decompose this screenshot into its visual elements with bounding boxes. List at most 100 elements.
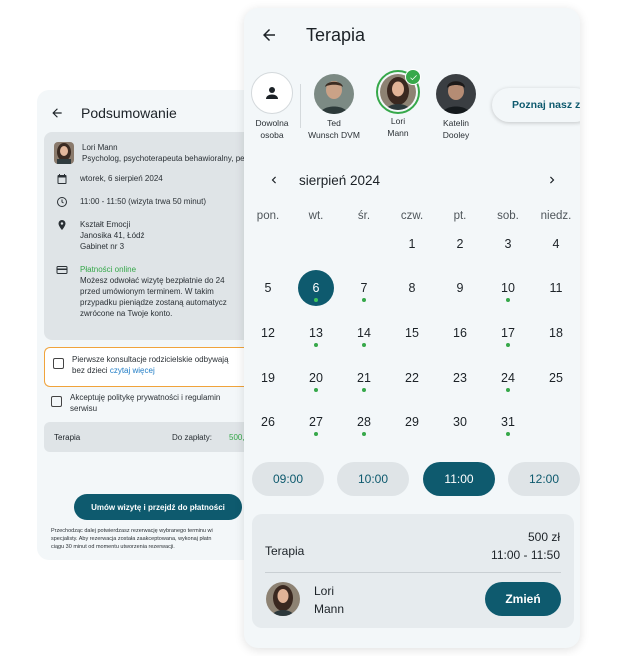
calendar-day[interactable]: 28 [346,404,382,440]
day-number: 23 [453,371,467,385]
total-bar: Terapia Do zapłaty: 500,0 [44,422,267,452]
availability-dot [362,388,366,392]
booking-time: 11:00 - 11:50 [491,548,560,562]
availability-dot [362,432,366,436]
time-slot[interactable]: 12:00 [508,462,580,496]
weekday-header: śr. [357,210,371,222]
calendar-day[interactable]: 27 [298,404,334,440]
consent-line-2: bez dzieci [72,366,108,375]
availability-dot [506,298,510,302]
calendar-day[interactable]: 16 [442,315,478,351]
day-number: 8 [408,281,416,295]
day-number: 13 [309,326,323,340]
calendar-day[interactable]: 14 [346,315,382,351]
day-number: 26 [261,415,275,429]
payment-line-1: Możesz odwołać wizytę bezpłatnie do 24 [80,276,225,285]
booking-divider [265,572,561,573]
calendar-day[interactable]: 10 [490,270,526,306]
weekday-header: pt. [453,210,467,222]
back-arrow-icon[interactable] [260,25,280,45]
ted-avatar [314,74,354,114]
calendar-day[interactable]: 2 [442,226,478,262]
day-number: 30 [453,415,467,429]
calendar-day[interactable]: 13 [298,315,334,351]
credit-card-icon [54,264,70,278]
availability-dot [506,343,510,347]
time-row: 11:00 - 11:50 (wizyta trwa 50 minut) [54,196,267,210]
weekday-header: pon. [256,210,280,222]
calendar-day[interactable]: 12 [250,315,286,351]
specialist-lori-line-1: Lori [390,116,406,126]
time-slot[interactable]: 09:00 [252,462,324,496]
change-button[interactable]: Zmień [485,582,561,616]
calendar-day[interactable]: 8 [394,270,430,306]
calendar-day[interactable]: 31 [490,404,526,440]
consent-checkbox[interactable] [53,358,64,369]
day-number: 5 [264,281,272,295]
specialist-ted[interactable]: Ted Wunsch DVM [302,74,366,141]
time-slot-selected[interactable]: 11:00 [423,462,495,496]
availability-dot [314,343,318,347]
read-more-link[interactable]: czytaj więcej [110,366,155,375]
app-root: Podsumowanie Lori Mann Psycholog, psycho… [0,0,622,656]
day-number: 7 [360,281,368,295]
disclaimer-line-2: specjalisty. Aby rezerwacja została zaak… [51,536,212,542]
chevron-left-icon[interactable] [264,173,284,187]
specialist-lori[interactable]: Lori Mann [366,69,430,139]
therapy-title: Terapia [306,24,366,45]
booking-service: Terapia [265,544,305,558]
time-slot[interactable]: 10:00 [337,462,409,496]
calendar-day[interactable]: 26 [250,404,286,440]
weekday-header: niedz. [540,210,572,222]
day-number: 10 [501,281,515,295]
calendar-day[interactable]: 15 [394,315,430,351]
place-row: Kształt Emocji Janosika 41, Łódź Gabinet… [54,219,267,252]
disclaimer: Przechodząc dalej potwierdzasz rezerwacj… [51,527,267,551]
privacy-checkbox[interactable] [51,396,62,407]
weekday-header: wt. [308,210,324,222]
day-number: 1 [408,237,416,251]
therapy-card: Terapia Dowolna osoba Ted Wunsch DVM Lor… [244,8,580,648]
back-arrow-icon[interactable] [47,103,67,123]
calendar-day[interactable]: 9 [442,270,478,306]
calendar-day[interactable]: 1 [394,226,430,262]
day-number: 22 [405,371,419,385]
privacy-consent: Akceptuję politykę prywatności i regulam… [51,392,220,414]
specialist-katelin[interactable]: Katelin Dooley [424,74,488,141]
calendar-day[interactable]: 18 [538,315,574,351]
calendar-day[interactable]: 25 [538,360,574,396]
total-label: Do zapłaty: [172,433,213,442]
parental-consent-box: Pierwsze konsultacje rodzicielskie odbyw… [44,347,267,387]
calendar-day[interactable]: 7 [346,270,382,306]
book-and-pay-button[interactable]: Umów wizytę i przejdź do płatności [74,494,242,520]
day-number: 28 [357,415,371,429]
availability-dot [362,298,366,302]
chevron-right-icon[interactable] [542,173,562,187]
specialist-ted-line-1: Ted [327,118,341,128]
calendar-day[interactable]: 29 [394,404,430,440]
calendar-day[interactable]: 22 [394,360,430,396]
calendar-day[interactable]: 20 [298,360,334,396]
calendar-day[interactable]: 24 [490,360,526,396]
calendar-day[interactable]: 17 [490,315,526,351]
booking-price: 500 zł [527,530,560,544]
calendar-day[interactable]: 21 [346,360,382,396]
calendar-day[interactable]: 23 [442,360,478,396]
meet-team-button[interactable]: Poznaj nasz z [492,88,580,122]
calendar-day[interactable]: 4 [538,226,574,262]
calendar-day-selected[interactable]: 6 [298,270,334,306]
place-street: Janosika 41, Łódź [80,231,145,240]
calendar-day[interactable]: 19 [250,360,286,396]
day-number: 11 [549,281,563,295]
calendar-day[interactable]: 3 [490,226,526,262]
specialist-any[interactable]: Dowolna osoba [244,72,304,141]
availability-dot [362,343,366,347]
day-number: 16 [453,326,467,340]
day-number: 3 [504,237,512,251]
day-number: 9 [456,281,464,295]
calendar-day[interactable]: 5 [250,270,286,306]
calendar-day[interactable]: 11 [538,270,574,306]
day-number: 21 [357,371,371,385]
payment-title: Płatności online [80,265,137,274]
calendar-day[interactable]: 30 [442,404,478,440]
